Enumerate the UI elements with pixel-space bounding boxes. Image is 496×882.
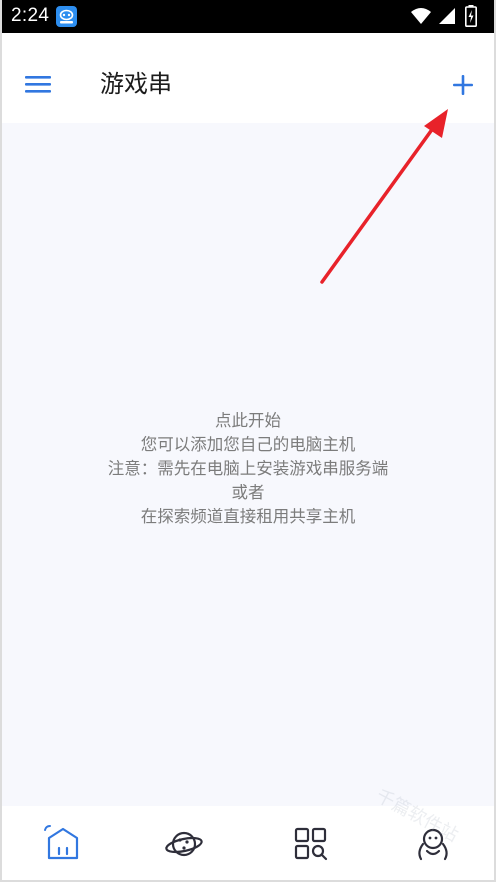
menu-icon: [18, 76, 58, 108]
game-app-icon: [56, 6, 77, 27]
add-host-button[interactable]: [443, 65, 483, 105]
nav-apps[interactable]: [291, 824, 331, 864]
status-time: 2:24: [11, 5, 50, 26]
add-icon: [443, 75, 483, 109]
status-indicators: [376, 0, 496, 33]
planet-icon: [164, 831, 204, 868]
empty-state-line: 点此开始: [215, 411, 281, 430]
empty-state-line: 或者: [231, 483, 265, 502]
empty-state-line: 在探索频道直接租用共享主机: [140, 507, 356, 526]
page-title: 游戏串: [100, 70, 172, 98]
signal-icon: [438, 7, 456, 25]
home-icon: [43, 825, 83, 868]
empty-state-line: 您可以添加您自己的电脑主机: [140, 435, 356, 454]
nav-profile[interactable]: [413, 824, 453, 864]
battery-charging-icon: [465, 5, 477, 28]
grid-search-icon: [291, 827, 331, 868]
nav-home[interactable]: [43, 824, 83, 864]
app-bar: 游戏串: [0, 33, 496, 123]
menu-button[interactable]: [18, 64, 58, 104]
empty-state-prompt[interactable]: 点此开始 您可以添加您自己的电脑主机 注意：需先在电脑上安装游戏串服务端 或者 …: [0, 409, 496, 529]
empty-state-line: 注意：需先在电脑上安装游戏串服务端: [107, 459, 389, 478]
main-content: 点此开始 您可以添加您自己的电脑主机 注意：需先在电脑上安装游戏串服务端 或者 …: [0, 123, 496, 806]
nav-explore[interactable]: [164, 824, 204, 864]
status-bar: 2:24: [0, 0, 496, 33]
profile-icon: [413, 828, 453, 868]
bottom-nav: [0, 806, 496, 882]
wifi-icon: [410, 6, 432, 26]
